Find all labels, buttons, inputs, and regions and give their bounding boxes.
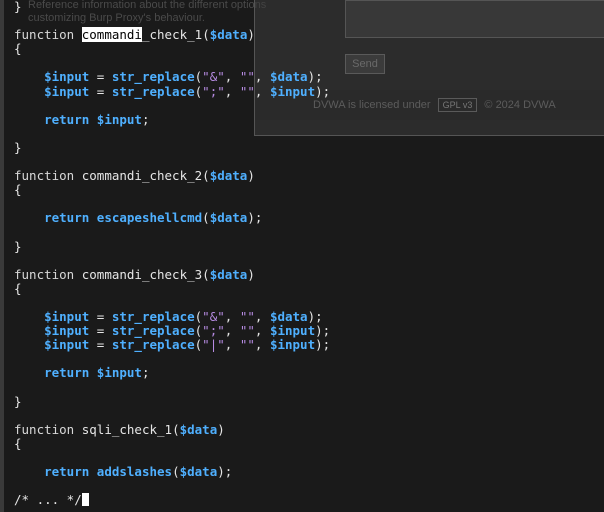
code-editor[interactable]: Reference information about the differen…: [4, 0, 604, 512]
editor-gutter: [0, 0, 4, 512]
send-button[interactable]: Send: [345, 54, 385, 74]
selected-text[interactable]: commandi: [81, 27, 142, 43]
message-textarea[interactable]: [345, 0, 604, 38]
text-cursor: [81, 493, 89, 507]
php-source-code: } function commandi_check_1($data) { $in…: [14, 0, 331, 508]
brace-close: }: [14, 0, 22, 14]
license-badge[interactable]: GPL v3: [437, 98, 478, 112]
